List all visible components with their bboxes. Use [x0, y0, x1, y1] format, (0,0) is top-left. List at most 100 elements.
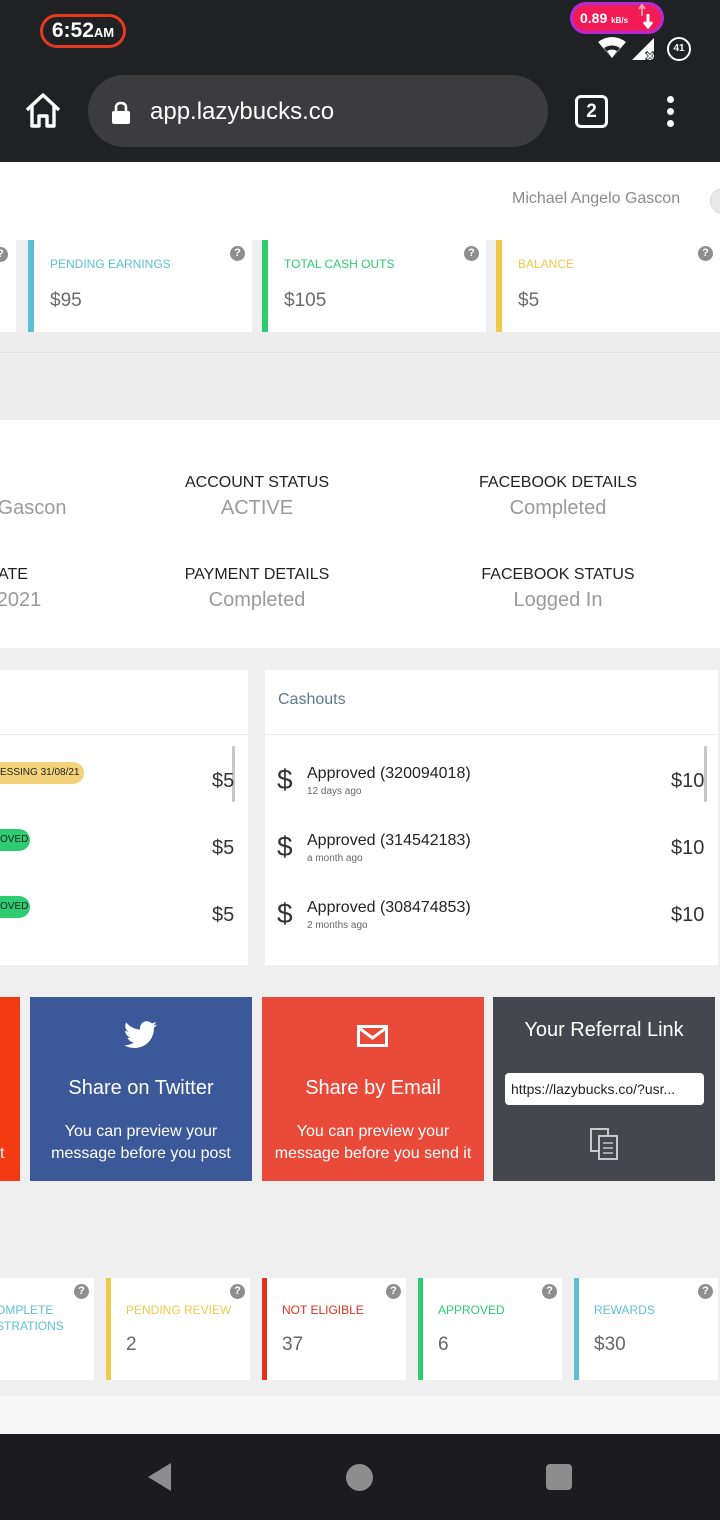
stat-card-pending-review: PENDING REVIEW 2 ?: [106, 1278, 250, 1380]
stat-value: $30: [594, 1334, 626, 1355]
account-status-value: ACTIVE: [220, 497, 294, 519]
cashout-amount: $10: [671, 904, 705, 926]
help-icon[interactable]: ?: [542, 1284, 557, 1299]
stat-value: $105: [284, 290, 327, 311]
panel-divider: [0, 734, 248, 735]
stat-accent: [262, 240, 268, 332]
panel-divider: [265, 734, 718, 735]
earning-amount: $5: [212, 837, 235, 859]
lock-icon: [112, 101, 130, 124]
home-nav-icon[interactable]: [346, 1464, 373, 1491]
help-icon[interactable]: ?: [230, 246, 245, 261]
wifi-icon: [598, 37, 626, 58]
recents-icon[interactable]: [546, 1464, 572, 1490]
earning-status-badge: OVED: [0, 829, 30, 851]
cashouts-scrollbar[interactable]: [704, 746, 707, 802]
stat-card-approved: APPROVED 6 ?: [418, 1278, 562, 1380]
stat-label: APPROVED: [438, 1303, 505, 1317]
tab-switcher-button[interactable]: 2: [575, 95, 608, 128]
earning-status-badge: OVED: [0, 896, 30, 918]
help-icon[interactable]: ?: [698, 1284, 713, 1299]
stat-accent: [106, 1278, 111, 1380]
stat-card-balance: BALANCE $5 ?: [496, 240, 720, 332]
tile-title: Share by Email: [305, 1077, 441, 1099]
section-spacer: [0, 332, 720, 420]
stat-accent: [28, 240, 34, 332]
overflow-menu-icon[interactable]: [660, 96, 680, 130]
tile-desc: t: [0, 1145, 5, 1162]
stat-card-rewards: REWARDS $30 ?: [574, 1278, 718, 1380]
referral-title: Your Referral Link: [524, 1019, 684, 1041]
stat-value: 37: [282, 1334, 304, 1355]
help-icon[interactable]: ?: [464, 246, 479, 261]
dollar-icon: $: [277, 764, 293, 795]
earning-status-badge: ESSING 31/08/21: [0, 762, 84, 784]
help-icon[interactable]: ?: [386, 1284, 401, 1299]
page-footer: [0, 1396, 720, 1434]
stat-label: BALANCE: [518, 257, 575, 271]
battery-icon: 41: [667, 37, 691, 61]
facebook-details-label: FACEBOOK DETAILS: [479, 474, 637, 491]
cashout-amount: $10: [671, 837, 705, 859]
stat-card-complete-registrations: OMPLETE STRATIONS ?: [0, 1278, 94, 1380]
stat-card-partial: ?: [0, 240, 16, 332]
cell-signal-icon: [632, 38, 656, 60]
stat-card-not-eligible: NOT ELIGIBLE 37 ?: [262, 1278, 406, 1380]
stat-value: $95: [50, 290, 82, 311]
help-icon[interactable]: ?: [698, 246, 713, 261]
tile-desc: You can preview your message before you p…: [51, 1123, 231, 1162]
stat-label: PENDING EARNINGS: [50, 257, 171, 271]
facebook-details-value: Completed: [509, 497, 607, 519]
payment-details-label: PAYMENT DETAILS: [184, 566, 330, 583]
stat-value: 6: [438, 1334, 449, 1355]
cashout-time: 12 days ago: [307, 786, 362, 797]
time-text: 6:52: [51, 19, 94, 42]
help-icon[interactable]: ?: [0, 247, 8, 262]
account-info-panel: [0, 420, 720, 648]
stat-accent: [418, 1278, 423, 1380]
dollar-icon: $: [277, 898, 293, 929]
net-speed: 0.89: [580, 10, 608, 26]
stat-card-pending-earnings: PENDING EARNINGS $95 ?: [28, 240, 252, 332]
data-transfer-icon: [638, 4, 654, 30]
referral-link-tile: Your Referral Link https://lazybucks.co/…: [493, 997, 715, 1181]
tile-title: Share on Twitter: [68, 1077, 214, 1099]
stat-card-total-cash-outs: TOTAL CASH OUTS $105 ?: [262, 240, 486, 332]
stat-accent: [496, 240, 502, 332]
url-text[interactable]: app.lazybucks.co: [150, 96, 334, 128]
referral-link-input[interactable]: https://lazybucks.co/?usr...: [505, 1073, 704, 1105]
divider: [0, 352, 720, 353]
help-icon[interactable]: ?: [74, 1284, 89, 1299]
cashout-amount: $10: [671, 770, 705, 792]
cashout-time: 2 months ago: [307, 920, 368, 931]
earning-amount: $5: [212, 904, 235, 926]
help-icon[interactable]: ?: [230, 1284, 245, 1299]
tile-desc: You can preview your message before you s…: [274, 1123, 472, 1162]
cashout-label: Approved (314542183): [307, 832, 471, 849]
cashout-label: Approved (320094018): [307, 765, 471, 782]
back-icon[interactable]: [147, 1462, 173, 1492]
account-name-value: Gascon: [0, 497, 67, 519]
dollar-icon: $: [277, 831, 293, 862]
account-status-label: ACCOUNT STATUS: [184, 474, 329, 491]
share-tile-partial[interactable]: t: [0, 997, 20, 1181]
date-label: ATE: [0, 566, 28, 583]
user-name[interactable]: Michael Angelo Gascon: [512, 190, 680, 208]
stat-label: NOT ELIGIBLE: [282, 1303, 364, 1317]
cashout-label: Approved (308474853): [307, 899, 471, 916]
share-email-button[interactable]: Share by Email You can preview your messa…: [262, 997, 484, 1181]
share-twitter-button[interactable]: Share on Twitter You can preview your mes…: [30, 997, 252, 1181]
home-icon[interactable]: [22, 90, 64, 132]
copy-icon[interactable]: [588, 1127, 620, 1161]
envelope-icon: [357, 1025, 388, 1047]
cashout-time: a month ago: [307, 853, 363, 864]
stat-label: REWARDS: [594, 1303, 655, 1317]
stat-accent: [262, 1278, 267, 1380]
cashouts-title: Cashouts: [278, 691, 346, 708]
time-ampm: AM: [93, 25, 115, 40]
twitter-icon: [124, 1021, 157, 1049]
net-unit: kB/s: [611, 16, 629, 25]
facebook-status-value: Logged In: [513, 589, 603, 611]
facebook-status-label: FACEBOOK STATUS: [481, 566, 635, 583]
payment-details-value: Completed: [208, 589, 306, 611]
